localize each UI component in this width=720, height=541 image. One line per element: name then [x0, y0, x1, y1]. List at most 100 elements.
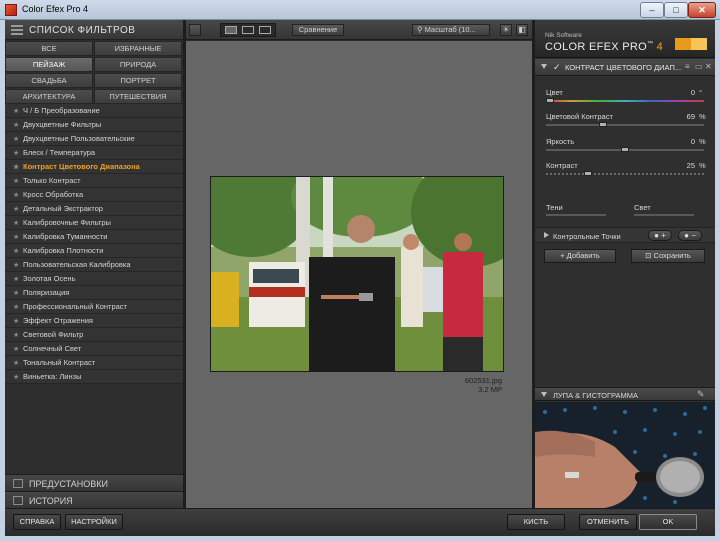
filter-list-item[interactable]: ★ Двухцветные Фильтры [5, 118, 183, 132]
filter-list-item[interactable]: ★ Двухцветные Пользовательские [5, 132, 183, 146]
close-button[interactable]: ✕ [688, 2, 716, 18]
slider-handle[interactable] [621, 147, 629, 152]
favorite-star-icon[interactable]: ★ [13, 287, 23, 299]
filter-list-item[interactable]: ★ Контраст Цветового Диапазона [5, 160, 183, 174]
preview-photo[interactable] [210, 176, 504, 372]
pin-icon[interactable]: ✎ [697, 389, 705, 400]
preview-canvas[interactable]: 602531.jpg 3.2 MP [186, 41, 532, 508]
maximize-button[interactable]: □ [664, 2, 688, 18]
remove-control-point-button[interactable]: ● − [678, 230, 702, 241]
category-tab[interactable]: ПУТЕШЕСТВИЯ [94, 89, 182, 104]
single-view-icon[interactable] [225, 26, 237, 34]
filter-list-item[interactable]: ★ Калибровка Плотности [5, 244, 183, 258]
filter-menu-icon[interactable]: ≡ [685, 62, 690, 71]
filter-enable-checkbox[interactable]: ✓ [553, 62, 561, 73]
loupe-histogram-header[interactable]: ЛУПА & ГИСТОГРАММА ✎ [535, 387, 715, 401]
filter-list-header[interactable]: СПИСОК ФИЛЬТРОВ [5, 20, 183, 40]
favorite-star-icon[interactable]: ★ [13, 203, 23, 215]
active-filter-header[interactable]: ✓ КОНТРАСТ ЦВЕТОВОГО ДИАП... ≡ ▭ ✕ [535, 59, 715, 76]
highlights-track[interactable] [634, 214, 694, 216]
filter-list-item[interactable]: ★ Золотая Осень [5, 272, 183, 286]
filter-list-item[interactable]: ★ Пользовательская Калибровка [5, 258, 183, 272]
save-preset-button[interactable]: ⊡ Сохранить [631, 249, 705, 263]
slider-handle[interactable] [583, 171, 592, 176]
help-button[interactable]: СПРАВКА [13, 514, 61, 530]
collapse-icon[interactable] [541, 392, 547, 397]
filter-list-item[interactable]: ★ Кросс Обработка [5, 188, 183, 202]
settings-button[interactable]: НАСТРОЙКИ [65, 514, 123, 530]
filter-list-item[interactable]: ★ Тональный Контраст [5, 356, 183, 370]
shadows-track[interactable] [546, 214, 606, 216]
control-points-row[interactable]: Контрольные Точки ● + ● − [535, 227, 715, 243]
category-tab[interactable]: ПОРТРЕТ [94, 73, 182, 88]
cancel-button[interactable]: ОТМЕНИТЬ [579, 514, 637, 530]
shadows-slider[interactable]: Тени [546, 202, 606, 220]
category-tab[interactable]: СВАДЬБА [5, 73, 93, 88]
minimize-button[interactable]: – [640, 2, 664, 18]
favorite-star-icon[interactable]: ★ [13, 329, 23, 341]
slider-track[interactable] [546, 100, 704, 102]
slider-handle[interactable] [598, 122, 607, 127]
filter-list-item[interactable]: ★ Калибровка Туманности [5, 230, 183, 244]
filter-list-item[interactable]: ★ Только Контраст [5, 174, 183, 188]
loupe-view[interactable] [535, 402, 715, 508]
filter-list-item[interactable]: ★ Калибровочные Фильтры [5, 216, 183, 230]
filter-list-item[interactable]: ★ Профессиональный Контраст [5, 300, 183, 314]
brush-button[interactable]: КИСТЬ [507, 514, 565, 530]
slider-row[interactable]: Цветовой Контраст 69% [535, 111, 715, 135]
slider-row[interactable]: Цвет 0 ° [535, 87, 715, 111]
favorite-star-icon[interactable]: ★ [13, 343, 23, 355]
favorite-star-icon[interactable]: ★ [13, 231, 23, 243]
background-color-icon[interactable]: ◧ [516, 24, 528, 36]
slider-track[interactable] [546, 124, 704, 126]
favorite-star-icon[interactable]: ★ [13, 315, 23, 327]
slider-row[interactable]: Контраст 25% [535, 160, 715, 184]
favorite-star-icon[interactable]: ★ [13, 357, 23, 369]
highlights-slider[interactable]: Свет [634, 202, 694, 220]
ok-button[interactable]: OK [639, 514, 697, 530]
collapse-icon[interactable] [541, 64, 547, 69]
expand-icon[interactable] [544, 232, 549, 238]
category-tab[interactable]: ПРИРОДА [94, 57, 182, 72]
slider-track[interactable] [546, 173, 704, 175]
filter-list-item[interactable]: ★ Блеск / Температура [5, 146, 183, 160]
filter-reset-icon[interactable]: ▭ [695, 62, 703, 71]
category-tab[interactable]: АРХИТЕКТУРА [5, 89, 93, 104]
side-by-side-view-icon[interactable] [259, 26, 271, 34]
zoom-select[interactable]: ⚲ Масштаб (10... [412, 24, 490, 36]
history-section[interactable]: ИСТОРИЯ [5, 491, 183, 508]
slider-row[interactable]: Яркость 0% [535, 136, 715, 160]
filter-list-item[interactable]: ★ Виньетка: Линзы [5, 370, 183, 384]
favorite-star-icon[interactable]: ★ [13, 105, 23, 117]
filter-list-item[interactable]: ★ Солнечный Свет [5, 342, 183, 356]
filter-list-item[interactable]: ★ Эффект Отражения [5, 314, 183, 328]
slider-handle[interactable] [546, 98, 554, 103]
lightbulb-icon[interactable]: ☀ [500, 24, 512, 36]
toggle-panel-icon[interactable] [189, 24, 201, 36]
favorite-star-icon[interactable]: ★ [13, 133, 23, 145]
filter-list-item[interactable]: ★ Ч / Б Преобразование [5, 104, 183, 118]
filter-list-item[interactable]: ★ Световой Фильтр [5, 328, 183, 342]
favorite-star-icon[interactable]: ★ [13, 189, 23, 201]
split-view-icon[interactable] [242, 26, 254, 34]
favorite-star-icon[interactable]: ★ [13, 245, 23, 257]
compare-button[interactable]: Сравнение [292, 24, 344, 36]
favorite-star-icon[interactable]: ★ [13, 147, 23, 159]
category-tab[interactable]: ПЕЙЗАЖ [5, 57, 93, 72]
favorite-star-icon[interactable]: ★ [13, 175, 23, 187]
favorite-star-icon[interactable]: ★ [13, 119, 23, 131]
favorite-star-icon[interactable]: ★ [13, 259, 23, 271]
add-control-point-button[interactable]: ● + [648, 230, 672, 241]
filter-list-item[interactable]: ★ Детальный Экстрактор [5, 202, 183, 216]
favorite-star-icon[interactable]: ★ [13, 301, 23, 313]
category-tab[interactable]: ВСЕ [5, 41, 93, 56]
favorite-star-icon[interactable]: ★ [13, 161, 23, 173]
favorite-star-icon[interactable]: ★ [13, 273, 23, 285]
favorite-star-icon[interactable]: ★ [13, 217, 23, 229]
category-tab[interactable]: ИЗБРАННЫЕ [94, 41, 182, 56]
presets-section[interactable]: ПРЕДУСТАНОВКИ [5, 474, 183, 491]
add-preset-button[interactable]: + Добавить [544, 249, 616, 263]
filter-remove-icon[interactable]: ✕ [705, 62, 712, 71]
favorite-star-icon[interactable]: ★ [13, 371, 23, 383]
filter-list-item[interactable]: ★ Поляризация [5, 286, 183, 300]
